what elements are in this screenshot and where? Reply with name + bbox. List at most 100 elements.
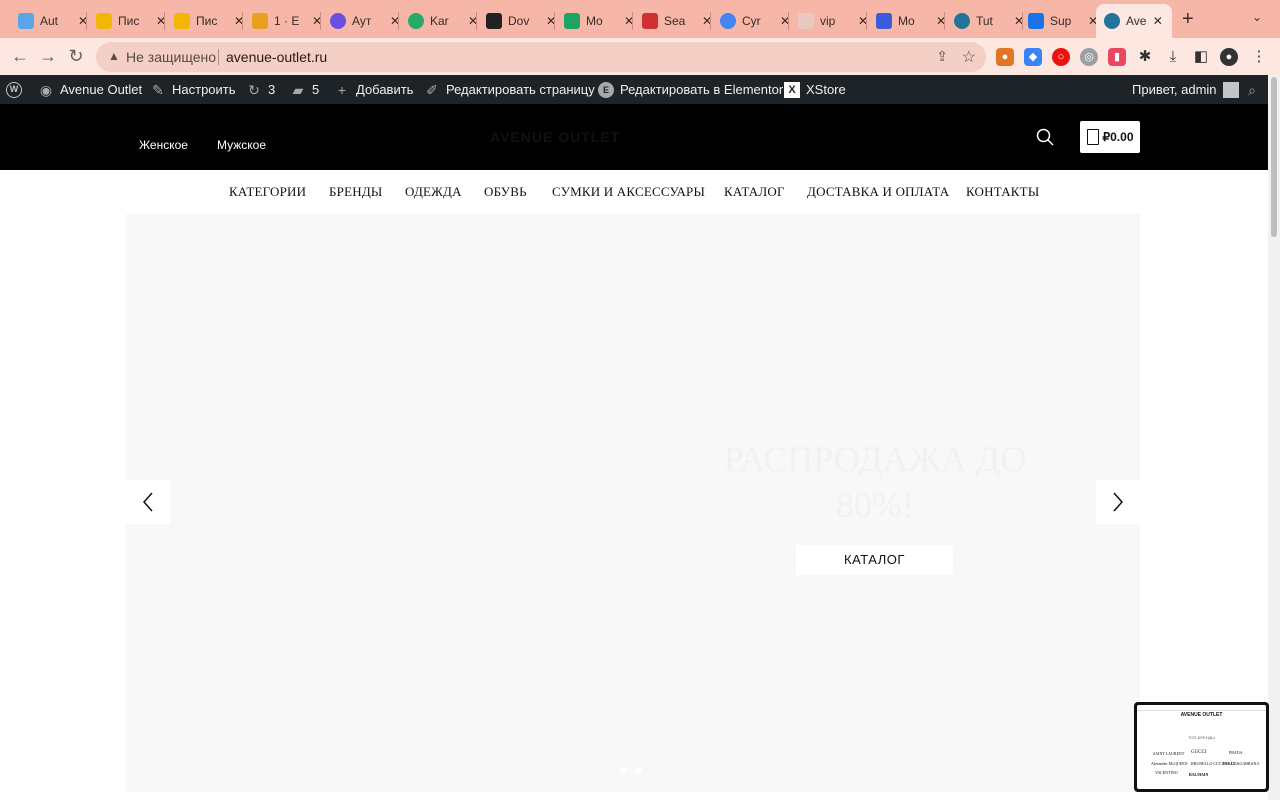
- admin-xstore[interactable]: X XStore: [784, 75, 846, 104]
- page-scrollbar[interactable]: [1268, 75, 1280, 800]
- men-link[interactable]: Мужское: [217, 138, 266, 152]
- slider-dot[interactable]: [620, 767, 627, 774]
- updates-count: 3: [268, 82, 276, 97]
- forward-button[interactable]: →: [38, 46, 58, 66]
- browser-tab[interactable]: Cyr ✕: [712, 4, 800, 38]
- slider-dot[interactable]: [635, 767, 642, 774]
- browser-tab[interactable]: Aut ✕: [10, 4, 98, 38]
- elementor-icon: E: [598, 81, 614, 98]
- browser-tab[interactable]: Sup ✕: [1020, 4, 1108, 38]
- browser-tab-active[interactable]: Ave ✕: [1096, 4, 1172, 38]
- tab-separator: [398, 12, 399, 30]
- women-link[interactable]: Женское: [139, 138, 188, 152]
- customize-label: Настроить: [172, 82, 236, 97]
- tab-separator: [866, 12, 867, 30]
- nav-item-clothing[interactable]: ОДЕЖДА: [405, 184, 462, 200]
- cart-button[interactable]: ₽0.00: [1080, 121, 1140, 153]
- admin-customize[interactable]: ✎ Настроить: [150, 75, 236, 104]
- admin-site-name[interactable]: ◉ Avenue Outlet: [38, 75, 142, 104]
- browser-tab[interactable]: Sea ✕: [634, 4, 722, 38]
- slider-next-button[interactable]: [1096, 480, 1140, 524]
- bookmark-star-icon[interactable]: ☆: [962, 47, 976, 67]
- slider-pagination: [620, 767, 642, 774]
- extensions-puzzle-icon[interactable]: ✱: [1136, 48, 1154, 66]
- edit-page-label: Редактировать страницу: [446, 82, 595, 97]
- browser-tab[interactable]: Аут ✕: [322, 4, 410, 38]
- browser-tab[interactable]: 1 · E ✕: [244, 4, 332, 38]
- tab-title: vip: [820, 14, 836, 28]
- nav-item-delivery-payment[interactable]: ДОСТАВКА И ОПЛАТА: [807, 184, 949, 200]
- tab-title: Aut: [40, 14, 59, 28]
- admin-account[interactable]: Привет, admin: [1132, 75, 1239, 104]
- tab-favicon-icon: [408, 13, 424, 29]
- thumbnail-brand: VALENTINO: [1155, 770, 1178, 775]
- slider-prev-button[interactable]: [126, 480, 170, 524]
- thumbnail-brand: GUCCI: [1191, 750, 1207, 755]
- browser-tab[interactable]: Kar ✕: [400, 4, 488, 38]
- admin-search[interactable]: ⌕: [1244, 75, 1260, 104]
- browser-tab[interactable]: Mo ✕: [556, 4, 644, 38]
- search-icon[interactable]: [1036, 128, 1054, 146]
- tab-favicon-icon: [330, 13, 346, 29]
- admin-edit-elementor[interactable]: E Редактировать в Elementor: [598, 75, 783, 104]
- reload-button[interactable]: ↻: [66, 46, 86, 66]
- wp-logo-menu[interactable]: W: [6, 75, 22, 104]
- greeting-label: Привет, admin: [1132, 82, 1217, 97]
- tab-favicon-icon: [564, 13, 580, 29]
- browser-tab[interactable]: vip ✕: [790, 4, 878, 38]
- chevron-right-icon: [1113, 492, 1124, 512]
- nav-item-brands[interactable]: БРЕНДЫ: [329, 184, 382, 200]
- back-button[interactable]: ←: [10, 46, 30, 66]
- warning-icon[interactable]: ▲: [108, 49, 120, 63]
- site-logo[interactable]: AVENUE OUTLET: [490, 129, 620, 145]
- scrollbar-thumb[interactable]: [1271, 77, 1277, 237]
- nav-item-contacts[interactable]: КОНТАКТЫ: [966, 184, 1039, 200]
- tab-separator: [632, 12, 633, 30]
- tab-favicon-icon: [1028, 13, 1044, 29]
- browser-menu-icon[interactable]: ⋮: [1250, 48, 1268, 66]
- tab-separator: [164, 12, 165, 30]
- tab-title: Tut: [976, 14, 993, 28]
- security-status[interactable]: Не защищено: [126, 49, 216, 65]
- profile-avatar-icon[interactable]: ●: [1220, 48, 1238, 66]
- hero-slider: РАСПРОДАЖА ДО 80%! КАТАЛОГ: [126, 214, 1140, 792]
- nav-item-catalog[interactable]: КАТАЛОГ: [724, 184, 785, 200]
- tab-title: Cyr: [742, 14, 761, 28]
- browser-tab[interactable]: Dov ✕: [478, 4, 566, 38]
- nav-item-bags-accessories[interactable]: СУМКИ И АКСЕССУАРЫ: [552, 184, 705, 200]
- url-text[interactable]: avenue-outlet.ru: [226, 49, 327, 65]
- tab-separator: [476, 12, 477, 30]
- pocket-extension-icon[interactable]: ▮: [1108, 48, 1126, 66]
- tab-title: Mo: [898, 14, 915, 28]
- globe-extension-icon[interactable]: ◎: [1080, 48, 1098, 66]
- nav-item-shoes[interactable]: ОБУВЬ: [484, 184, 527, 200]
- browser-tab[interactable]: Пис ✕: [88, 4, 176, 38]
- tab-title: Пис: [196, 14, 218, 28]
- browser-tab[interactable]: Пис ✕: [166, 4, 254, 38]
- tab-search-button[interactable]: ⌄: [1252, 10, 1262, 24]
- share-icon[interactable]: ⇪: [936, 48, 948, 65]
- tab-close-icon[interactable]: ✕: [1152, 14, 1164, 28]
- tab-separator: [788, 12, 789, 30]
- cart-total: ₽0.00: [1102, 130, 1134, 144]
- tab-title: Аут: [352, 14, 372, 28]
- hero-catalog-button[interactable]: КАТАЛОГ: [796, 545, 953, 575]
- admin-add-new[interactable]: + Добавить: [334, 75, 414, 104]
- dashboard-icon: ◉: [39, 81, 53, 98]
- brush-icon: ✎: [152, 81, 164, 98]
- translate-extension-icon[interactable]: ◆: [1024, 48, 1042, 66]
- opera-extension-icon[interactable]: ○: [1052, 48, 1070, 66]
- admin-comments[interactable]: ▰ 5: [290, 75, 320, 104]
- admin-updates[interactable]: ↻ 3: [246, 75, 275, 104]
- tab-title: Mo: [586, 14, 603, 28]
- nav-item-categories[interactable]: КАТЕГОРИИ: [229, 184, 306, 200]
- metamask-extension-icon[interactable]: ●: [996, 48, 1014, 66]
- admin-edit-page[interactable]: ✐ Редактировать страницу: [424, 75, 595, 104]
- side-panel-icon[interactable]: ◧: [1192, 48, 1210, 66]
- thumbnail-brand: Alexander McQUEEN: [1151, 761, 1188, 766]
- new-tab-button[interactable]: +: [1182, 9, 1194, 29]
- browser-tab[interactable]: Mo ✕: [868, 4, 956, 38]
- download-icon[interactable]: ⤓: [1164, 48, 1182, 66]
- screenshot-thumbnail[interactable]: AVENUE OUTLET ТОП-БРЕНДЫ SAINT LAURENT G…: [1134, 702, 1269, 792]
- address-bar[interactable]: ▲ Не защищено avenue-outlet.ru ⇪ ☆: [96, 42, 986, 72]
